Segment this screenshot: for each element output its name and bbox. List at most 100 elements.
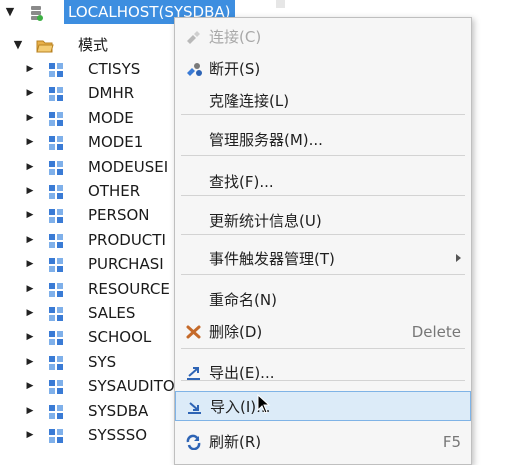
connect-icon — [185, 29, 203, 45]
expand-arrow-icon[interactable]: ▶ — [24, 203, 36, 227]
expand-arrow-icon[interactable]: ▶ — [24, 301, 36, 325]
refresh-icon — [185, 434, 203, 451]
schema-icon — [48, 232, 64, 248]
menu-item-label: 事件触发器管理(T) — [209, 250, 335, 268]
tree-schema-row[interactable]: ▶ SALES — [0, 301, 176, 325]
expand-arrow-icon[interactable]: ▶ — [24, 106, 36, 130]
schema-icon — [48, 305, 64, 321]
expand-arrow-icon[interactable]: ▶ — [24, 374, 36, 398]
schema-icon — [48, 85, 64, 102]
tree-schema-label: SALES — [88, 304, 136, 322]
tree-schema-row[interactable]: ▶ SCHOOL — [0, 325, 176, 349]
menu-item-label: 重命名(N) — [209, 291, 277, 309]
tree-schema-label: SYS — [88, 352, 117, 371]
menu-item-label: 刷新(R) — [209, 433, 262, 451]
tree-schema-row[interactable]: ▶ PERSON — [0, 203, 176, 227]
menu-item-label: 导出(E)... — [209, 364, 275, 382]
disconnect-icon — [185, 61, 203, 77]
menu-item-label: 更新统计信息(U) — [209, 212, 322, 230]
menu-item-3[interactable]: 克隆连接(L) — [175, 86, 471, 116]
tree-schema-group-row[interactable]: ▼ 模式 — [0, 33, 176, 57]
expand-arrow-icon[interactable]: ▶ — [24, 252, 36, 276]
menu-item-7[interactable]: 事件触发器管理(T) — [175, 244, 471, 274]
tree-schema-row[interactable]: ▶ RESOURCE — [0, 277, 176, 301]
menu-item-11[interactable]: 导入(I)... — [175, 391, 471, 421]
tree-scrollbar[interactable] — [276, 0, 285, 8]
menu-item-label: 管理服务器(M)... — [209, 131, 323, 149]
expand-arrow-icon[interactable]: ▶ — [24, 399, 36, 423]
tree-schema-label: OTHER — [88, 182, 141, 200]
tree-schema-row[interactable]: ▶ CTISYS — [0, 57, 176, 81]
menu-item-9[interactable]: 删除(D) Delete — [175, 317, 471, 347]
expand-arrow-icon[interactable]: ▶ — [24, 423, 36, 447]
tree-schema-row[interactable]: ▶ SYSAUDITO — [0, 374, 176, 398]
expand-arrow-icon[interactable]: ▶ — [24, 155, 36, 179]
menu-item-2[interactable]: 断开(S) — [175, 54, 471, 84]
tree-schema-label: MODE1 — [88, 133, 144, 152]
delete-icon — [185, 324, 203, 340]
tree-schema-label: MODEUSEI — [88, 157, 169, 176]
expand-arrow-icon[interactable]: ▶ — [24, 277, 36, 301]
expand-arrow-icon[interactable]: ▶ — [24, 81, 36, 105]
schema-icon — [48, 281, 64, 297]
expand-arrow-icon[interactable]: ▶ — [24, 130, 36, 154]
menu-item-8[interactable]: 重命名(N) — [175, 285, 471, 315]
folder-open-icon — [36, 37, 54, 53]
context-menu: 连接(C) 断开(S) 克隆连接(L) 管理服务器(M)... 查找(F)... 更新统计… — [174, 17, 472, 465]
tree-schema-row[interactable]: ▶ DMHR — [0, 81, 176, 105]
schema-icon — [48, 378, 64, 395]
menu-item-12[interactable]: 刷新(R) F5 — [175, 427, 471, 457]
tree-schema-label: PERSON — [88, 206, 150, 225]
schema-icon — [48, 403, 64, 419]
menu-item-6[interactable]: 更新统计信息(U) — [175, 206, 471, 236]
collapse-arrow-icon[interactable]: ▼ — [4, 0, 16, 24]
tree-schema-label: MODE — [88, 108, 134, 127]
expand-arrow-icon[interactable]: ▶ — [24, 350, 36, 374]
menu-separator — [181, 274, 465, 275]
mouse-cursor-icon — [257, 394, 271, 414]
schema-icon — [48, 354, 64, 370]
menu-item-10[interactable]: 导出(E)... — [175, 358, 471, 388]
menu-item-1[interactable]: 连接(C) — [175, 22, 471, 52]
menu-separator — [181, 155, 465, 156]
menu-item-label: 断开(S) — [209, 60, 261, 78]
schema-icon — [48, 183, 64, 199]
menu-item-label: 连接(C) — [209, 28, 262, 46]
menu-item-5[interactable]: 查找(F)... — [175, 167, 471, 197]
expand-arrow-icon[interactable]: ▶ — [24, 179, 36, 203]
schema-icon — [48, 110, 64, 126]
tree-schema-row[interactable]: ▶ PURCHASI — [0, 252, 176, 276]
tree-schema-label: SCHOOL — [88, 328, 152, 347]
schema-icon — [48, 329, 64, 346]
tree-schema-label: PURCHASI — [88, 255, 164, 274]
expand-arrow-icon[interactable]: ▶ — [24, 325, 36, 349]
tree-schema-row[interactable]: ▶ MODEUSEI — [0, 155, 176, 179]
tree-schema-row[interactable]: ▶ SYSDBA — [0, 399, 176, 423]
tree-schema-group-label: 模式 — [78, 36, 109, 54]
tree-schema-label: CTISYS — [88, 60, 141, 78]
tree-schema-row[interactable]: ▶ MODE — [0, 106, 176, 130]
tree-schema-label: SYSSSO — [88, 426, 148, 444]
collapse-arrow-icon[interactable]: ▼ — [12, 33, 24, 57]
tree-schema-row[interactable]: ▶ SYS — [0, 350, 176, 374]
server-connection-icon — [28, 4, 44, 21]
tree-schema-row[interactable]: ▶ OTHER — [0, 179, 176, 203]
expand-arrow-icon[interactable]: ▶ — [24, 228, 36, 252]
menu-item-4[interactable]: 管理服务器(M)... — [175, 125, 471, 155]
tree-schema-row[interactable]: ▶ PRODUCTI — [0, 228, 176, 252]
tree-schema-row[interactable]: ▶ SYSSSO — [0, 423, 176, 447]
tree-schema-label: DMHR — [88, 84, 135, 103]
menu-separator — [181, 348, 465, 349]
tree-schema-row[interactable]: ▶ MODE1 — [0, 130, 176, 154]
tree-schema-label: SYSAUDITO — [88, 377, 175, 396]
schema-icon — [48, 61, 64, 77]
submenu-arrow-icon — [456, 254, 461, 262]
menu-item-shortcut: F5 — [442, 433, 461, 451]
menu-item-label: 删除(D) — [209, 323, 263, 341]
schema-icon — [48, 134, 64, 151]
menu-item-shortcut: Delete — [411, 323, 461, 341]
expand-arrow-icon[interactable]: ▶ — [24, 57, 36, 81]
schema-icon — [48, 256, 64, 273]
menu-item-label: 克隆连接(L) — [209, 92, 290, 110]
import-icon — [186, 399, 204, 415]
